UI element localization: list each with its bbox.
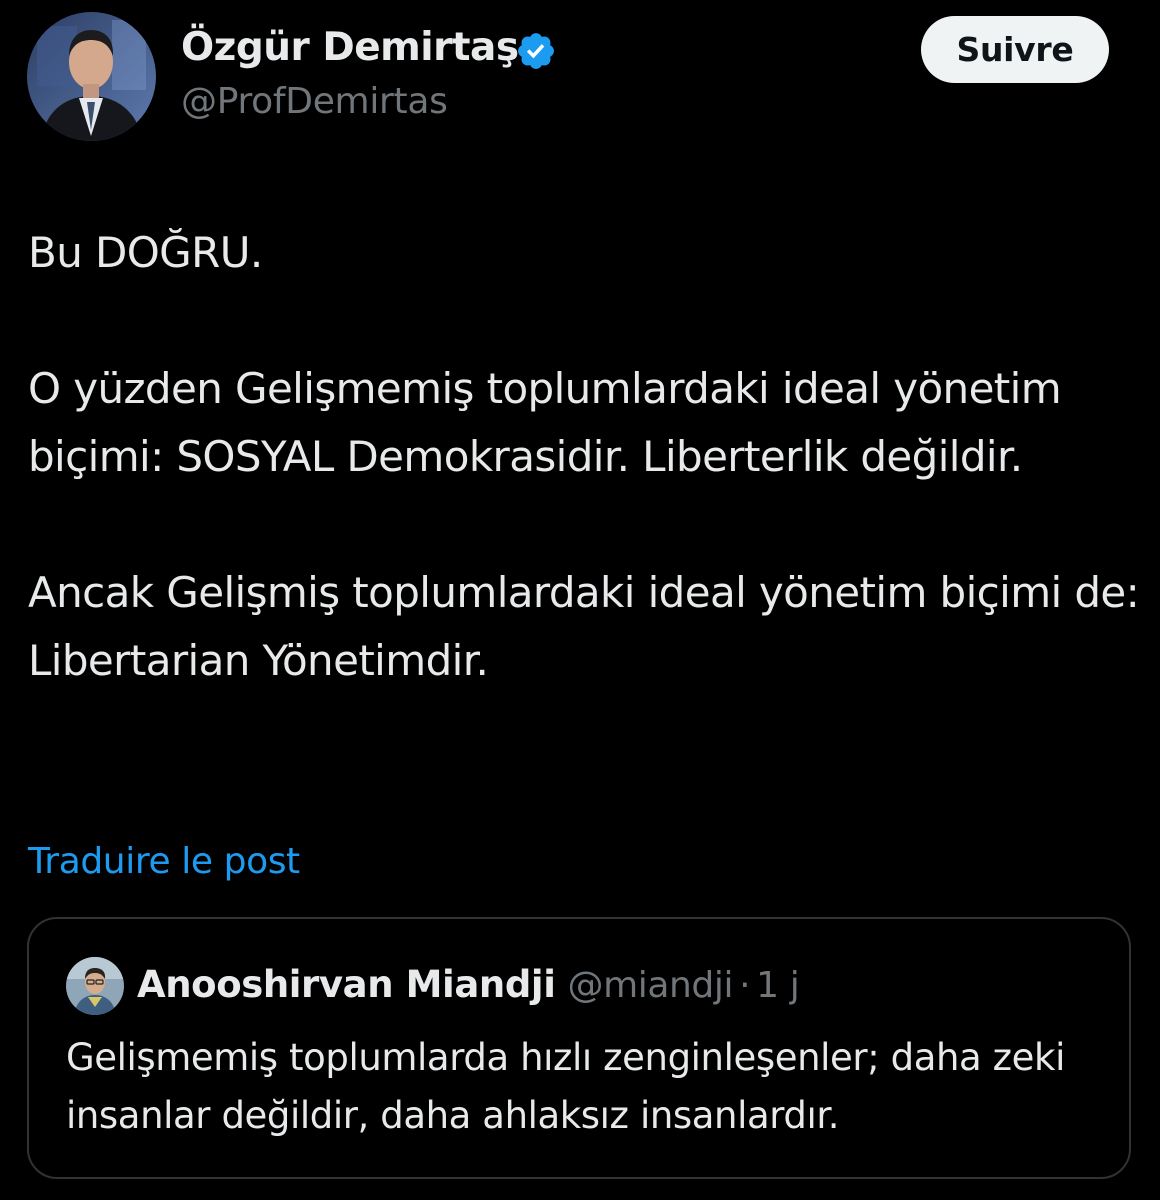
tweet-paragraph: O yüzden Gelişmemiş toplumlardaki ideal … [28, 364, 1062, 481]
tweet-paragraph: Bu DOĞRU. [28, 228, 263, 277]
quoted-tweet-header: Anooshirvan Miandji @miandji · 1 j [137, 959, 800, 1018]
verified-badge-icon [518, 33, 554, 69]
quoted-tweet-text: Gelişmemiş toplumlarda hızlı zenginleşen… [66, 1036, 1065, 1137]
quoted-avatar-image [66, 957, 124, 1015]
author-handle[interactable]: @ProfDemirtas [181, 78, 448, 126]
tweet-text: Bu DOĞRU. O yüzden Gelişmemiş toplumlard… [28, 219, 1148, 695]
separator-dot: · [739, 965, 751, 1006]
author-avatar[interactable] [27, 12, 156, 141]
quoted-tweet-time[interactable]: 1 j [756, 965, 800, 1006]
translate-post-link[interactable]: Traduire le post [28, 836, 300, 888]
quoted-author-avatar[interactable] [66, 957, 124, 1015]
quoted-tweet-card[interactable]: Anooshirvan Miandji @miandji · 1 j Gelişmem… [27, 917, 1131, 1179]
quoted-author-name[interactable]: Anooshirvan Miandji [137, 963, 556, 1006]
quoted-author-handle[interactable]: @miandji [567, 965, 733, 1006]
author-display-name[interactable]: Özgür Demirtaş [181, 22, 519, 74]
avatar-image [27, 12, 156, 141]
follow-button[interactable]: Suivre [921, 16, 1109, 83]
tweet-paragraph: Ancak Gelişmiş toplumlardaki ideal yönet… [28, 568, 1140, 685]
